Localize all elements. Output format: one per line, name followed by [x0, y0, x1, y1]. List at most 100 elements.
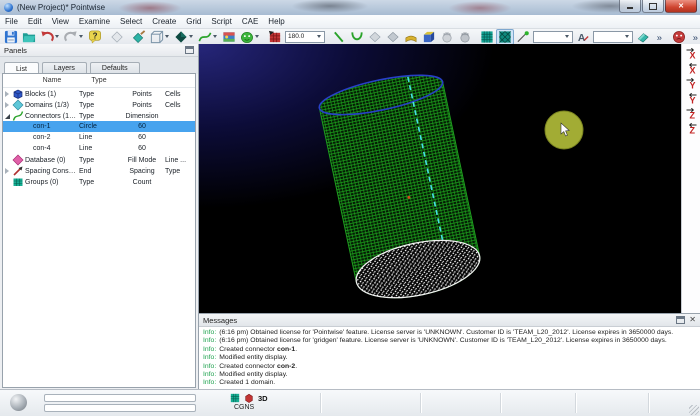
- cae-solver-label[interactable]: CGNS: [234, 404, 254, 411]
- view-minus-x-button[interactable]: X: [684, 61, 699, 75]
- panels-panel: Panels ListLayersDefaults Name Type Bloc…: [0, 44, 199, 390]
- grab-hand-2-button[interactable]: [456, 29, 474, 45]
- expand-arrow-icon[interactable]: [5, 91, 9, 97]
- flat-diamond-2-icon: [386, 30, 400, 44]
- tree-row-database-0[interactable]: Database (0)TypeFill ModeLine ...: [3, 154, 195, 165]
- view-plus-y-button[interactable]: Y: [684, 76, 699, 90]
- solver-state-icon[interactable]: [244, 393, 254, 403]
- pick-diamond-button[interactable]: [108, 29, 126, 45]
- block-tool-button[interactable]: [420, 29, 438, 45]
- svg-text:X: X: [690, 50, 696, 60]
- help-button[interactable]: ?: [86, 29, 104, 45]
- panel-float-icon[interactable]: [185, 46, 194, 54]
- grab-hand-button[interactable]: [438, 29, 456, 45]
- show-cube-icon: [150, 30, 164, 44]
- column-name[interactable]: Name: [25, 75, 79, 86]
- menu-cae[interactable]: CAE: [237, 16, 263, 27]
- messages-close-icon[interactable]: ✕: [689, 316, 696, 324]
- menu-examine[interactable]: Examine: [74, 16, 115, 27]
- menu-create[interactable]: Create: [147, 16, 181, 27]
- column-type[interactable]: Type: [79, 75, 119, 86]
- save-icon: [4, 30, 18, 44]
- menu-grid[interactable]: Grid: [181, 16, 206, 27]
- paint-entity-button[interactable]: [130, 29, 148, 45]
- chevron-down-icon: [165, 35, 169, 38]
- menu-help[interactable]: Help: [263, 16, 289, 27]
- menu-view[interactable]: View: [47, 16, 74, 27]
- resize-grip[interactable]: [689, 405, 699, 415]
- display-attributes-button[interactable]: [220, 29, 238, 45]
- expand-arrow-icon[interactable]: [5, 168, 9, 174]
- toolbar-combo-2[interactable]: [593, 31, 633, 43]
- dimension-mode-label[interactable]: 3D: [258, 394, 268, 403]
- messages-title: Messages: [203, 316, 237, 325]
- collapse-arrow-icon[interactable]: [5, 114, 10, 119]
- save-button[interactable]: [2, 29, 20, 45]
- panels-title: Panels: [4, 46, 27, 55]
- view-minus-z-button[interactable]: Z: [684, 121, 699, 135]
- messages-float-icon[interactable]: [676, 316, 685, 324]
- angle-combo[interactable]: 180.0: [285, 31, 325, 43]
- tree-row-con-2[interactable]: con-2Line60: [3, 132, 195, 143]
- menu-script[interactable]: Script: [206, 16, 236, 27]
- close-button[interactable]: ✕: [665, 0, 697, 13]
- flat-diamond-button[interactable]: [366, 29, 384, 45]
- show-cube-button[interactable]: [148, 29, 172, 45]
- window-title: (New Project)* Pointwise: [17, 3, 105, 12]
- flat-diamond-2-button[interactable]: [384, 29, 402, 45]
- menu-select[interactable]: Select: [115, 16, 147, 27]
- shaded-diamond-button[interactable]: [172, 29, 196, 45]
- redo-button[interactable]: [62, 29, 86, 45]
- messages-log[interactable]: Info:(6:16 pm) Obtained license for 'Poi…: [199, 327, 700, 390]
- svg-text:»: »: [657, 32, 662, 42]
- tree-row-blocks-1[interactable]: Blocks (1)TypePointsCells: [3, 88, 195, 99]
- status-field-1[interactable]: [44, 394, 196, 402]
- panels-header[interactable]: Panels: [0, 44, 198, 57]
- view-axis-toolbar: XXYYZZ: [681, 44, 700, 315]
- menu-edit[interactable]: Edit: [23, 16, 47, 27]
- svg-text:?: ?: [93, 31, 98, 40]
- segment-curve-button[interactable]: [330, 29, 348, 45]
- status-field-2[interactable]: [44, 404, 196, 412]
- annotate-button[interactable]: A: [574, 29, 592, 45]
- open-button[interactable]: [20, 29, 38, 45]
- expand-arrow-icon[interactable]: [5, 102, 9, 108]
- examine-grid-button[interactable]: [266, 29, 284, 45]
- list-header-row[interactable]: Name Type: [3, 74, 195, 88]
- undo-button[interactable]: [38, 29, 62, 45]
- structured-grid-button[interactable]: [478, 29, 496, 45]
- overflow-chevron-2-button[interactable]: »: [688, 29, 700, 45]
- trackball-icon[interactable]: [10, 394, 27, 411]
- menu-file[interactable]: File: [0, 16, 23, 27]
- red-mask-button[interactable]: [670, 29, 688, 45]
- arc-curve-button[interactable]: [348, 29, 366, 45]
- view-minus-y-button[interactable]: Y: [684, 91, 699, 105]
- unstructured-grid-icon: [498, 30, 512, 44]
- unstructured-grid-button[interactable]: [496, 29, 514, 45]
- grid-mode-icon[interactable]: [230, 393, 240, 403]
- view-plus-x-button[interactable]: X: [684, 46, 699, 60]
- overflow-chevron-button[interactable]: »: [652, 29, 670, 45]
- tree-row-con-1[interactable]: con-1Circle60: [3, 121, 195, 132]
- dimension-connector-button[interactable]: [514, 29, 532, 45]
- tree-row-groups-0[interactable]: Groups (0)TypeCount: [3, 176, 195, 187]
- status-bar: 3D CGNS: [0, 389, 700, 416]
- surface-button[interactable]: [402, 29, 420, 45]
- toolbar-combo-1[interactable]: [533, 31, 573, 43]
- messages-header[interactable]: Messages ✕: [199, 314, 700, 327]
- tree-row-spacing-constrai[interactable]: Spacing Constrai...EndSpacingType: [3, 165, 195, 176]
- maximize-button[interactable]: [642, 0, 664, 13]
- display-attributes-icon: [222, 30, 236, 44]
- connector-style-button[interactable]: [196, 29, 220, 45]
- eraser-button[interactable]: [634, 29, 652, 45]
- tree-row-connectors-1-3[interactable]: Connectors (1/3)TypeDimension: [3, 110, 195, 121]
- tree-row-domains-1-3[interactable]: Domains (1/3)TypePointsCells: [3, 99, 195, 110]
- viewport-canvas[interactable]: [199, 44, 681, 313]
- minimize-button[interactable]: [619, 0, 641, 13]
- title-bar[interactable]: (New Project)* Pointwise ✕: [0, 0, 700, 15]
- display-viewport[interactable]: [199, 44, 681, 313]
- flat-diamond-icon: [368, 30, 382, 44]
- view-plus-z-button[interactable]: Z: [684, 106, 699, 120]
- tree-row-con-4[interactable]: con-4Line60: [3, 143, 195, 154]
- green-mask-button[interactable]: [238, 29, 262, 45]
